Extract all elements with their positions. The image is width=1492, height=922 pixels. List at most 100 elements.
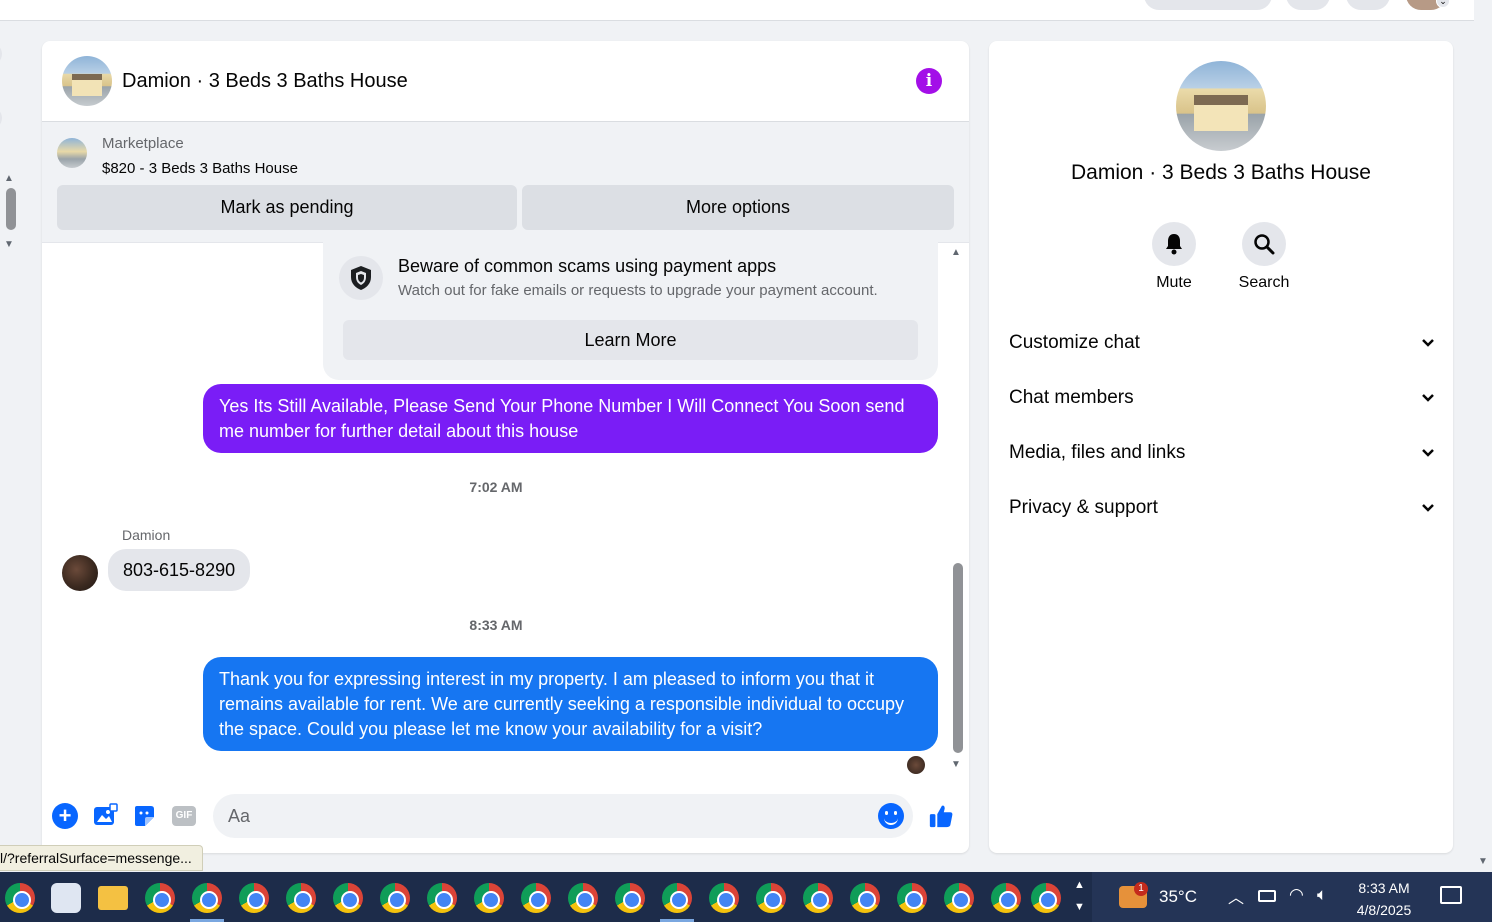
conversation-info-panel: Damion · 3 Beds 3 Baths House Mute Searc… (989, 41, 1453, 853)
gif-label: GIF (172, 806, 196, 826)
scroll-up-arrow-icon[interactable]: ▲ (4, 173, 14, 184)
message-input[interactable] (213, 794, 913, 838)
chat-title[interactable]: Damion · 3 Beds 3 Baths House (122, 70, 408, 93)
file-explorer-icon[interactable] (98, 886, 128, 910)
chrome-app-icon[interactable] (192, 883, 222, 913)
notification-center-icon[interactable] (1440, 886, 1462, 904)
snipping-tool-icon[interactable] (51, 883, 81, 913)
outgoing-message[interactable]: Yes Its Still Available, Please Send You… (203, 384, 938, 453)
media-files-links-section[interactable]: Media, files and links (1009, 433, 1435, 473)
chrome-app-icon[interactable] (897, 883, 927, 913)
plus-icon[interactable]: + (52, 803, 78, 829)
top-nav-button[interactable] (1286, 0, 1330, 10)
battery-icon[interactable] (1258, 890, 1276, 902)
chat-panel: Damion · 3 Beds 3 Baths House i Marketpl… (42, 41, 969, 853)
scroll-up-arrow-icon[interactable]: ▲ (951, 247, 961, 258)
marketplace-label: Marketplace (102, 135, 184, 152)
clock-date: 4/8/2025 (1356, 902, 1412, 918)
chrome-app-icon[interactable] (239, 883, 269, 913)
chrome-app-icon[interactable] (803, 883, 833, 913)
conversation-avatar[interactable] (62, 56, 112, 106)
sender-avatar[interactable] (62, 555, 98, 591)
scrollbar-thumb[interactable] (6, 188, 16, 230)
search-label[interactable]: Search (1219, 274, 1309, 292)
chevron-down-icon (1422, 339, 1434, 347)
read-receipt-avatar (907, 756, 925, 774)
scrollbar-thumb[interactable] (953, 563, 963, 753)
learn-more-button[interactable]: Learn More (343, 320, 918, 360)
scam-warning-title: Beware of common scams using payment app… (398, 256, 777, 276)
chat-members-section[interactable]: Chat members (1009, 378, 1435, 418)
chat-header: Damion · 3 Beds 3 Baths House i (42, 41, 969, 122)
top-nav-pill[interactable] (1144, 0, 1272, 10)
chrome-app-icon[interactable] (521, 883, 551, 913)
top-nav-button[interactable] (1346, 0, 1390, 10)
message-timestamp: 7:02 AM (469, 479, 523, 495)
left-edge-button[interactable] (0, 107, 2, 129)
mark-as-pending-button[interactable]: Mark as pending (57, 185, 517, 230)
chrome-app-icon[interactable] (5, 883, 35, 913)
message-list: Beware of common scams using payment app… (42, 242, 969, 788)
info-icon[interactable]: i (916, 68, 942, 94)
chrome-app-icon[interactable] (1031, 883, 1061, 913)
volume-icon[interactable]: 🔈︎ (1317, 885, 1327, 905)
top-navigation-bar: ⌄ (0, 0, 1474, 21)
page-scrollbar[interactable]: ▼ (1474, 0, 1492, 872)
system-tray: 1 35°C ︿ ◠ 🔈︎ 8:33 AM 4/8/2025 (1092, 872, 1492, 922)
chevron-down-icon (1422, 394, 1434, 402)
privacy-support-section[interactable]: Privacy & support (1009, 488, 1435, 528)
left-edge-button[interactable] (0, 43, 2, 65)
weather-temperature[interactable]: 35°C (1159, 887, 1197, 907)
search-icon (1254, 234, 1275, 255)
chrome-app-icon[interactable] (333, 883, 363, 913)
chevron-down-icon (1422, 449, 1434, 457)
chrome-app-icon[interactable] (850, 883, 880, 913)
customize-chat-section[interactable]: Customize chat (1009, 323, 1435, 363)
chevron-down-icon[interactable]: ⌄ (1436, 0, 1450, 8)
photo-icon[interactable] (92, 803, 118, 829)
section-label: Media, files and links (1009, 442, 1186, 463)
incoming-message[interactable]: 803-615-8290 (108, 549, 251, 591)
thumbs-up-icon[interactable] (928, 803, 954, 829)
chrome-app-icon[interactable] (944, 883, 974, 913)
chrome-app-icon[interactable] (286, 883, 316, 913)
gif-icon[interactable]: GIF (171, 803, 197, 829)
windows-taskbar: ▲ ▼ 1 35°C ︿ ◠ 🔈︎ 8:33 AM 4/8/2025 (0, 872, 1492, 922)
scroll-down-arrow-icon[interactable]: ▼ (951, 759, 961, 770)
chrome-app-icon[interactable] (474, 883, 504, 913)
taskbar-clock[interactable]: 8:33 AM 4/8/2025 (1354, 877, 1414, 921)
status-bar-url: l/?referralSurface=messenge... (0, 845, 203, 871)
chrome-app-icon[interactable] (709, 883, 739, 913)
chrome-app-icon[interactable] (427, 883, 457, 913)
chrome-app-icon[interactable] (568, 883, 598, 913)
sender-name: Damion (122, 527, 171, 543)
emoji-icon[interactable] (878, 803, 904, 829)
listing-thumbnail[interactable] (57, 138, 87, 168)
scam-warning-card: Beware of common scams using payment app… (323, 242, 938, 380)
conversation-avatar-large[interactable] (1176, 61, 1266, 151)
marketplace-listing-banner: Marketplace $820 - 3 Beds 3 Baths House … (42, 122, 969, 243)
more-options-button[interactable]: More options (522, 185, 954, 230)
chrome-app-icon[interactable] (145, 883, 175, 913)
chrome-app-icon[interactable] (380, 883, 410, 913)
listing-title[interactable]: $820 - 3 Beds 3 Baths House (102, 160, 298, 177)
search-button[interactable] (1242, 222, 1286, 266)
wifi-icon[interactable]: ◠ (1289, 885, 1304, 905)
outgoing-message[interactable]: Thank you for expressing interest in my … (203, 657, 938, 751)
scroll-down-arrow-icon[interactable]: ▼ (4, 239, 14, 250)
scam-warning-subtitle: Watch out for fake emails or requests to… (398, 282, 878, 299)
section-label: Customize chat (1009, 332, 1140, 353)
sticker-icon[interactable] (131, 803, 157, 829)
chrome-app-icon[interactable] (756, 883, 786, 913)
clock-time: 8:33 AM (1358, 880, 1410, 896)
message-composer: + GIF (42, 789, 969, 843)
mute-button[interactable] (1152, 222, 1196, 266)
chrome-app-icon[interactable] (991, 883, 1021, 913)
section-label: Privacy & support (1009, 497, 1158, 518)
chrome-app-icon[interactable] (615, 883, 645, 913)
scroll-down-arrow-icon[interactable]: ▼ (1478, 856, 1488, 867)
chrome-app-icon[interactable] (662, 883, 692, 913)
show-hidden-icons-icon[interactable]: ︿ (1228, 884, 1244, 908)
taskbar-overflow-arrows[interactable]: ▲ ▼ (1074, 874, 1085, 918)
mute-label[interactable]: Mute (1129, 274, 1219, 292)
